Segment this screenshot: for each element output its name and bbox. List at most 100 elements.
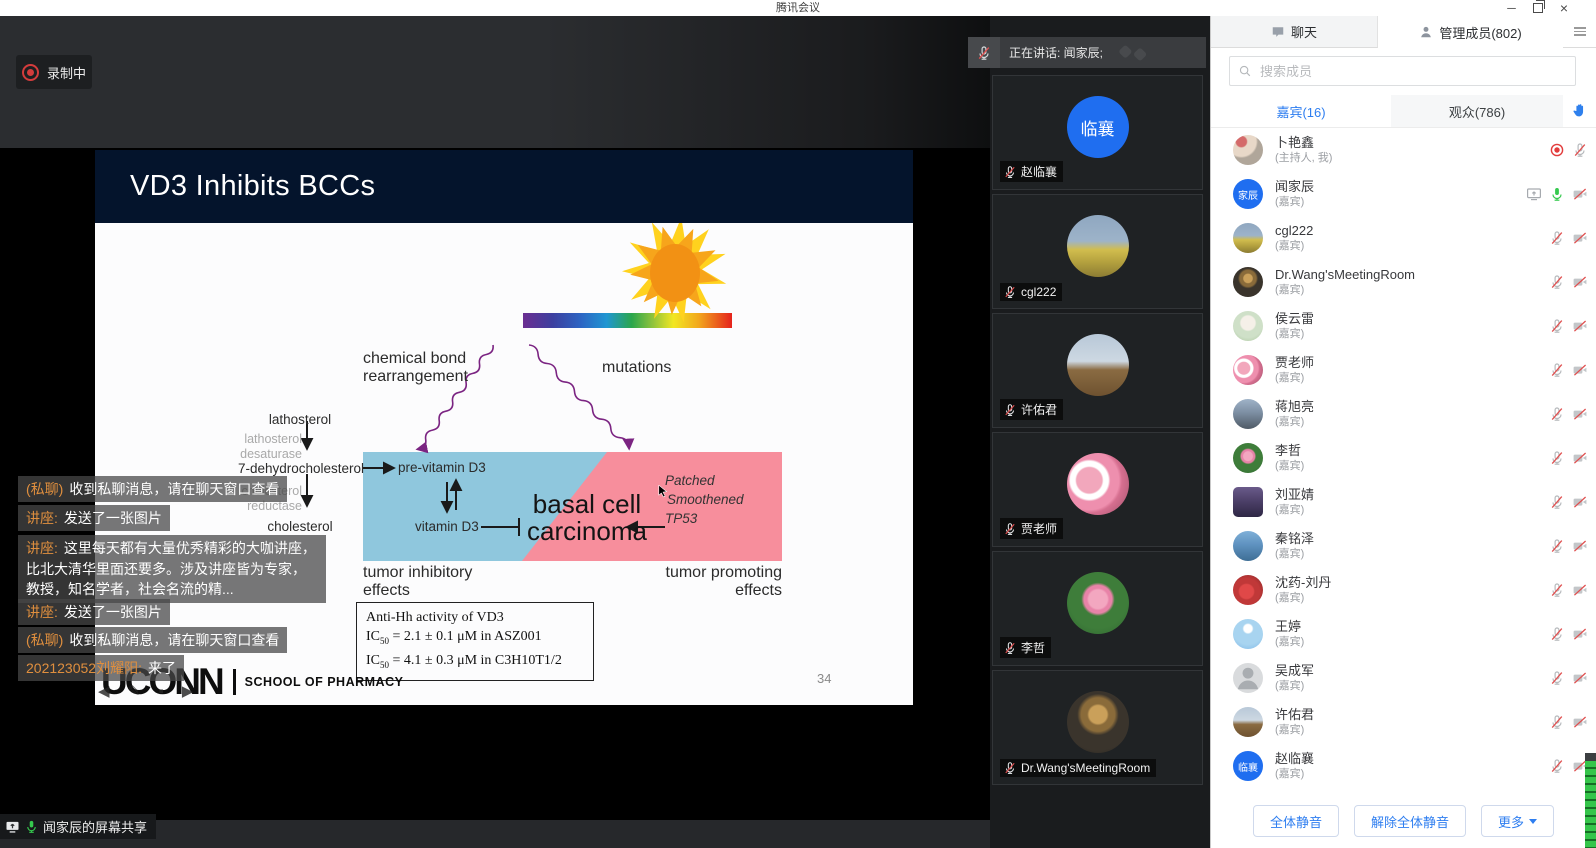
camera-muted-icon[interactable] — [1572, 362, 1588, 378]
member-row[interactable]: cgl222 (嘉宾) — [1211, 216, 1596, 260]
tab-chat[interactable]: 聊天 — [1211, 16, 1378, 48]
member-role: (嘉宾) — [1275, 417, 1314, 428]
member-row[interactable]: Dr.Wang'sMeetingRoom (嘉宾) — [1211, 260, 1596, 304]
mic-muted-icon[interactable] — [1549, 230, 1565, 246]
camera-muted-icon[interactable] — [1572, 274, 1588, 290]
chat-bubble-icon — [1271, 25, 1285, 39]
member-status-icons — [1549, 304, 1588, 348]
avatar — [1233, 575, 1263, 605]
member-name: 闻家辰 — [1275, 180, 1314, 193]
member-row[interactable]: 秦铭泽 (嘉宾) — [1211, 524, 1596, 568]
video-name-badge: 许佑君 — [1000, 399, 1063, 420]
camera-muted-icon[interactable] — [1572, 582, 1588, 598]
camera-muted-icon[interactable] — [1572, 626, 1588, 642]
unmute-all-button[interactable]: 解除全体静音 — [1354, 805, 1466, 837]
mic-muted-icon[interactable] — [1549, 758, 1565, 774]
video-tile[interactable]: cgl222 — [992, 194, 1203, 309]
member-row[interactable]: 临襄 赵临襄 (嘉宾) — [1211, 744, 1596, 788]
camera-muted-icon[interactable] — [1572, 714, 1588, 730]
member-row[interactable]: 侯云雷 (嘉宾) — [1211, 304, 1596, 348]
chat-overlay-message: 讲座:发送了一张图片 — [18, 599, 170, 625]
camera-muted-icon[interactable] — [1572, 450, 1588, 466]
member-row[interactable]: 李哲 (嘉宾) — [1211, 436, 1596, 480]
member-row[interactable]: 家辰 闻家辰 (嘉宾) — [1211, 172, 1596, 216]
mic-muted-icon[interactable] — [1549, 626, 1565, 642]
video-tile[interactable]: Dr.Wang'sMeetingRoom — [992, 670, 1203, 785]
slide-page-number: 34 — [817, 671, 831, 686]
avatar — [1233, 619, 1263, 649]
video-tile[interactable]: 临襄 赵临襄 — [992, 75, 1203, 190]
member-role: (嘉宾) — [1275, 549, 1314, 560]
member-role: (主持人, 我) — [1275, 153, 1332, 164]
presentation-slide: VD3 Inhibits BCCs chemical bond rearrang… — [95, 150, 913, 705]
member-row[interactable]: 许佑君 (嘉宾) — [1211, 700, 1596, 744]
chat-text: 收到私聊消息，请在聊天窗口查看 — [69, 632, 279, 648]
panel-tab-bar: 聊天 管理成员(802) — [1211, 16, 1596, 48]
member-status-icons — [1549, 656, 1588, 700]
member-status-icons — [1549, 348, 1588, 392]
search-input[interactable] — [1258, 63, 1575, 80]
member-row[interactable]: 沈药-刘丹 (嘉宾) — [1211, 568, 1596, 612]
participant-name: 许佑君 — [1021, 401, 1057, 418]
mic-muted-icon[interactable] — [1549, 582, 1565, 598]
minimize-button[interactable]: ─ — [1507, 0, 1516, 16]
chat-overlay-message: 讲座:发送了一张图片 — [18, 505, 170, 531]
mic-muted-icon[interactable] — [1549, 538, 1565, 554]
label-vitamin-d3: vitamin D3 — [415, 519, 479, 534]
avatar — [1067, 215, 1129, 277]
slideshow-nav-controls[interactable]: ◀ ✎ ▪ ▶ — [98, 682, 200, 700]
tab-guests[interactable]: 嘉宾(16) — [1211, 95, 1391, 127]
member-row[interactable]: 蒋旭亮 (嘉宾) — [1211, 392, 1596, 436]
screen-sharing-icon — [1526, 186, 1542, 202]
restore-button[interactable] — [1533, 3, 1543, 13]
member-role: (嘉宾) — [1275, 241, 1313, 252]
mic-muted-icon[interactable] — [1549, 406, 1565, 422]
mic-on-icon[interactable] — [1549, 186, 1565, 202]
panel-menu-button[interactable] — [1563, 16, 1596, 48]
screen-share-status: 闻家辰的屏幕共享 — [0, 814, 156, 839]
avatar — [1067, 572, 1129, 634]
mic-muted-icon[interactable] — [1549, 670, 1565, 686]
member-row[interactable]: 刘亚婧 (嘉宾) — [1211, 480, 1596, 524]
member-status-icons — [1549, 128, 1588, 172]
recording-indicator[interactable]: 录制中 — [16, 55, 92, 89]
mic-muted-icon[interactable] — [1549, 318, 1565, 334]
member-row[interactable]: 卜艳鑫 (主持人, 我) — [1211, 128, 1596, 172]
more-button[interactable]: 更多 — [1481, 805, 1554, 837]
mic-on-icon — [24, 819, 39, 834]
camera-muted-icon[interactable] — [1572, 406, 1588, 422]
member-name: 许佑君 — [1275, 708, 1314, 721]
mic-muted-icon[interactable] — [1572, 142, 1588, 158]
participant-name: 李哲 — [1021, 639, 1045, 656]
camera-muted-icon[interactable] — [1572, 538, 1588, 554]
mic-muted-icon[interactable] — [1549, 714, 1565, 730]
mute-all-button[interactable]: 全体静音 — [1253, 805, 1339, 837]
record-icon — [22, 64, 39, 81]
tab-manage-members[interactable]: 管理成员(802) — [1378, 16, 1563, 48]
member-role: (嘉宾) — [1275, 505, 1314, 516]
recording-label: 录制中 — [47, 63, 86, 82]
video-name-badge: 贾老师 — [1000, 518, 1063, 539]
mic-muted-icon[interactable] — [1549, 494, 1565, 510]
member-row[interactable]: 吴成军 (嘉宾) — [1211, 656, 1596, 700]
close-button[interactable]: × — [1560, 0, 1568, 16]
video-tile[interactable]: 许佑君 — [992, 313, 1203, 428]
member-row[interactable]: 贾老师 (嘉宾) — [1211, 348, 1596, 392]
mic-muted-icon[interactable] — [1549, 362, 1565, 378]
camera-muted-icon[interactable] — [1572, 230, 1588, 246]
video-tile[interactable]: 李哲 — [992, 551, 1203, 666]
member-status-icons — [1549, 216, 1588, 260]
mic-muted-icon[interactable] — [1549, 450, 1565, 466]
tab-audience[interactable]: 观众(786) — [1391, 95, 1563, 127]
camera-muted-icon[interactable] — [1572, 670, 1588, 686]
mic-muted-icon[interactable] — [1549, 274, 1565, 290]
camera-muted-icon[interactable] — [1572, 186, 1588, 202]
member-row[interactable]: 王婷 (嘉宾) — [1211, 612, 1596, 656]
video-tile[interactable]: 贾老师 — [992, 432, 1203, 547]
member-search[interactable] — [1229, 56, 1576, 86]
camera-muted-icon[interactable] — [1572, 494, 1588, 510]
camera-muted-icon[interactable] — [1572, 318, 1588, 334]
mic-muted-icon — [1003, 403, 1017, 417]
mic-muted-icon[interactable] — [968, 37, 1000, 68]
raise-hand-button[interactable] — [1563, 95, 1596, 127]
